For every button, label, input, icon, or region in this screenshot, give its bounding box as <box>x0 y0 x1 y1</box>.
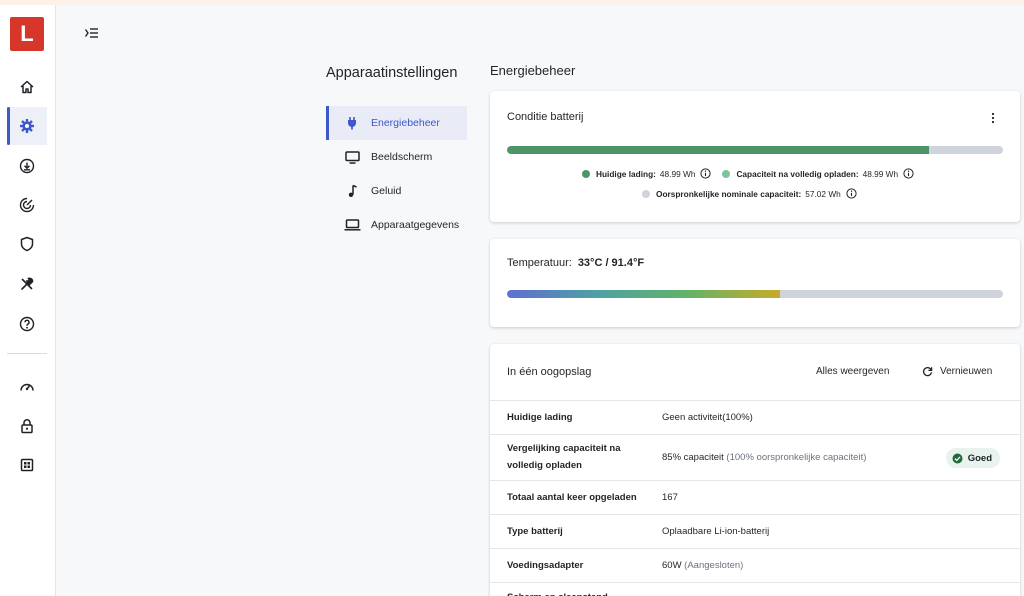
top-strip <box>0 0 1024 5</box>
legend-value: 48.99 Wh <box>862 168 899 179</box>
table-row: Vergelijking capaciteit na volledig opla… <box>490 434 1020 480</box>
refresh-icon <box>922 366 933 377</box>
nav-item-label: Beeldscherm <box>371 151 433 163</box>
row-key: Voedingsadapter <box>507 560 584 571</box>
music-note-icon <box>343 184 361 198</box>
legend-dot <box>582 169 590 178</box>
refresh-button[interactable]: Vernieuwen <box>922 366 992 377</box>
nav-item-apparaatgegevens[interactable]: Apparaatgegevens <box>326 208 467 242</box>
nav-item-label: Apparaatgegevens <box>371 219 460 231</box>
battery-bar <box>507 146 1003 154</box>
row-value-muted: (100% oorspronkelijke capaciteit) <box>723 452 867 463</box>
row-value: 60W (Aangesloten) <box>662 559 743 573</box>
plug-icon <box>343 116 361 130</box>
legend-label: Oorspronkelijke nominale capaciteit: <box>656 188 802 199</box>
temperature-label-text: Temperatuur: <box>507 257 572 269</box>
speedometer-icon[interactable] <box>7 368 47 406</box>
card-title: In één oogopslag <box>507 366 592 378</box>
laptop-icon <box>343 219 361 231</box>
tools-icon[interactable] <box>7 265 47 303</box>
table-row: Huidige lading Geen activiteit(100%) <box>490 400 1020 434</box>
show-all-button[interactable]: Alles weergeven <box>816 366 889 377</box>
nav-item-label: Geluid <box>371 185 402 197</box>
monitor-icon <box>343 150 361 164</box>
refresh-label: Vernieuwen <box>940 366 993 377</box>
app-logo[interactable]: L <box>10 17 44 51</box>
status-badge: Goed <box>945 448 1000 468</box>
temperature-card: Temperatuur: 33°C / 91.4°F <box>490 239 1020 327</box>
legend-value: 48.99 Wh <box>659 168 696 179</box>
download-icon[interactable] <box>7 147 47 185</box>
more-options-icon[interactable] <box>988 111 998 125</box>
row-value-text: Oplaadbare Li-ion-batterij <box>662 526 770 537</box>
table-row: Totaal aantal keer opgeladen 167 <box>490 480 1020 514</box>
temperature-bar <box>507 290 1003 298</box>
show-all-label: Alles weergeven <box>816 366 890 377</box>
legend-original-capacity: Oorspronkelijke nominale capaciteit: 57.… <box>642 188 857 199</box>
nav-item-energiebeheer[interactable]: Energiebeheer <box>326 106 467 140</box>
table-row: Type batterij Oplaadbare Li-ion-batterij <box>490 514 1020 548</box>
table-row: Scherm en slaapstand <box>490 582 1020 596</box>
temperature-label: Temperatuur: 33°C / 91.4°F <box>507 257 644 269</box>
home-icon[interactable] <box>7 68 47 106</box>
info-icon[interactable] <box>903 168 914 179</box>
legend-value: 57.02 Wh <box>805 188 841 199</box>
row-value-text: Geen activiteit(100%) <box>662 412 753 423</box>
legend-current-charge: Huidige lading: 48.99 Wh Capaciteit na v… <box>582 168 914 179</box>
legend-label: Capaciteit na volledig opladen: <box>736 168 859 179</box>
legend-dot <box>642 189 650 198</box>
nav-item-label: Energiebeheer <box>371 117 440 129</box>
battery-condition-card: Conditie batterij Huidige lading: 48.99 … <box>490 91 1020 222</box>
row-value: 167 <box>662 491 678 505</box>
info-icon[interactable] <box>846 188 857 199</box>
page-title: Energiebeheer <box>490 63 576 78</box>
info-icon[interactable] <box>700 168 712 179</box>
gear-icon[interactable] <box>7 107 47 145</box>
row-key: Scherm en slaapstand <box>507 589 637 596</box>
rail-divider <box>7 353 47 354</box>
row-value-muted: (Aangesloten) <box>681 560 744 571</box>
row-value: Oplaadbare Li-ion-batterij <box>662 525 769 539</box>
row-key: Huidige lading <box>507 412 573 423</box>
legend-label: Huidige lading: <box>596 168 656 179</box>
help-icon[interactable] <box>7 305 47 343</box>
row-key: Type batterij <box>507 526 563 537</box>
row-value-text: 167 <box>662 492 678 503</box>
app-rail: L <box>0 5 56 596</box>
row-key: Vergelijking capaciteit na volledig opla… <box>507 443 621 471</box>
battery-bar-fill <box>507 146 929 154</box>
radar-icon[interactable] <box>7 186 47 224</box>
check-circle-icon <box>952 453 963 464</box>
legend-dot <box>722 169 731 178</box>
row-key: Totaal aantal keer opgeladen <box>507 492 637 503</box>
card-title: Conditie batterij <box>507 111 584 123</box>
menu-toggle-icon[interactable] <box>80 24 104 42</box>
shield-icon[interactable] <box>7 225 47 263</box>
row-value: Geen activiteit(100%) <box>662 411 753 425</box>
status-badge-label: Goed <box>967 452 992 464</box>
table-row: Voedingsadapter 60W (Aangesloten) <box>490 548 1020 582</box>
lock-icon[interactable] <box>7 407 47 445</box>
nav-item-geluid[interactable]: Geluid <box>326 174 467 208</box>
overview-card: In één oogopslag Alles weergeven Vernieu… <box>490 344 1020 596</box>
row-value-text: 60W <box>662 560 682 571</box>
nav-item-beeldscherm[interactable]: Beeldscherm <box>326 140 467 174</box>
row-value: 85% capaciteit (100% oorspronkelijke cap… <box>662 451 866 465</box>
temperature-value: 33°C / 91.4°F <box>577 257 645 269</box>
row-value-text: 85% capaciteit <box>662 452 724 463</box>
grid-icon[interactable] <box>7 446 47 484</box>
temperature-bar-fill <box>507 290 780 298</box>
settings-nav-title: Apparaatinstellingen <box>326 65 458 81</box>
